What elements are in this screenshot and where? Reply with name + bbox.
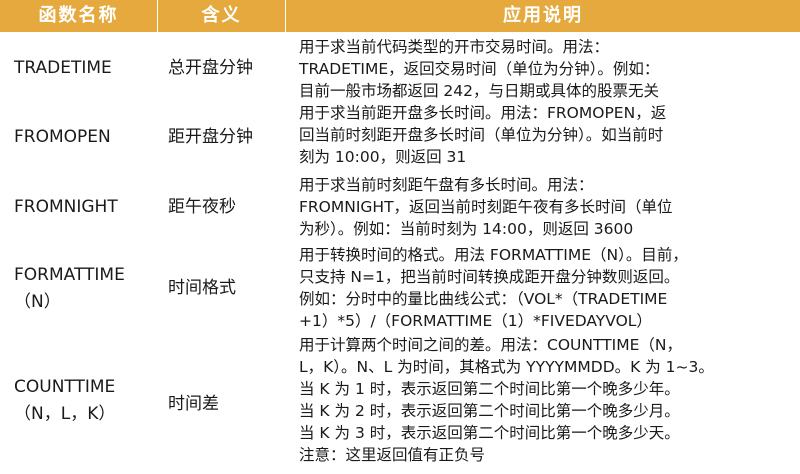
description-line: 用于计算两个时间之间的差。用法：COUNTTIME（N， bbox=[299, 336, 682, 354]
description-line: 为秒）。例如：当前时刻为 14:00，则返回 3600 bbox=[299, 220, 634, 238]
description-line: 用于求当前代码类型的开市交易时间。用法： bbox=[299, 38, 610, 56]
table-row: TRADETIME 总开盘分钟 用于求当前代码类型的开市交易时间。用法： TRA… bbox=[0, 36, 800, 102]
function-description: 用于求当前距开盘多长时间。用法：FROMOPEN，返 回当前时刻距开盘多长时间（… bbox=[299, 102, 793, 168]
description-line: TRADETIME，返回交易时间（单位为分钟）。例如： bbox=[299, 60, 660, 78]
description-line: 回当前时刻距开盘多长时间（单位为分钟）。如当前时 bbox=[299, 126, 664, 144]
function-description: 用于求当前代码类型的开市交易时间。用法： TRADETIME，返回交易时间（单位… bbox=[299, 36, 793, 102]
description-line: FROMNIGHT，返回当前时刻距午夜有多长时间（单位 bbox=[299, 198, 673, 216]
function-name-line: （N，L，K） bbox=[14, 404, 116, 424]
description-line: 用于求当前距开盘多长时间。用法：FROMOPEN，返 bbox=[299, 104, 667, 122]
function-description: 用于求当前时刻距午盘有多长时间。用法： FROMNIGHT，返回当前时刻距午夜有… bbox=[299, 174, 793, 240]
description-line: 当 K 为 1 时，表示返回第二个时间比第一个晚多少年。 bbox=[299, 380, 680, 398]
table-header: 函数名称 含义 应用说明 bbox=[0, 0, 800, 32]
function-name: TRADETIME bbox=[14, 58, 112, 78]
function-name-line: （N） bbox=[14, 292, 61, 312]
description-line: 用于求当前时刻距午盘有多长时间。用法： bbox=[299, 176, 594, 194]
table-row: COUNTTIME （N，L，K） 时间差 用于计算两个时间之间的差。用法：CO… bbox=[0, 334, 800, 472]
table-row: FROMOPEN 距开盘分钟 用于求当前距开盘多长时间。用法：FROMOPEN，… bbox=[0, 102, 800, 172]
function-meaning: 距午夜秒 bbox=[168, 197, 236, 217]
function-description: 用于计算两个时间之间的差。用法：COUNTTIME（N， L，K）。N、L 为时… bbox=[299, 334, 793, 466]
function-meaning: 距开盘分钟 bbox=[168, 127, 253, 147]
description-line: 注意：这里返回值有正负号 bbox=[299, 446, 486, 464]
header-function-name: 函数名称 bbox=[38, 5, 119, 26]
description-line: 只支持 N=1，把当前时间转换成距开盘分钟数则返回。 bbox=[299, 268, 680, 286]
function-table: 函数名称 含义 应用说明 TRADETIME 总开盘分钟 用于求当前代码类型的开… bbox=[0, 0, 800, 474]
description-line: 例如：分时中的量比曲线公式：（VOL*（TRADETIME bbox=[299, 290, 668, 308]
description-line: 当 K 为 2 时，表示返回第二个时间比第一个晚多少月。 bbox=[299, 402, 680, 420]
description-line: 目前一般市场都返回 242，与日期或具体的股票无关 bbox=[299, 82, 660, 100]
function-name: FORMATTIME （N） bbox=[14, 262, 164, 316]
description-line: 刻为 10:00，则返回 31 bbox=[299, 148, 467, 166]
description-line: 用于转换时间的格式。用法 FORMATTIME（N）。目前， bbox=[299, 246, 688, 264]
function-meaning: 时间格式 bbox=[168, 278, 236, 298]
function-name: FROMNIGHT bbox=[14, 197, 118, 217]
table-row: FROMNIGHT 距午夜秒 用于求当前时刻距午盘有多长时间。用法： FROMN… bbox=[0, 174, 800, 244]
header-description: 应用说明 bbox=[503, 5, 583, 26]
function-meaning: 总开盘分钟 bbox=[168, 58, 253, 78]
description-line: +1）*5）/（FORMATTIME（1）*FIVEDAYVOL） bbox=[299, 312, 652, 330]
function-description: 用于转换时间的格式。用法 FORMATTIME（N）。目前， 只支持 N=1，把… bbox=[299, 244, 793, 332]
description-line: L，K）。N、L 为时间，其格式为 YYYYMMDD。K 为 1~3。 bbox=[299, 358, 714, 376]
table-row: FORMATTIME （N） 时间格式 用于转换时间的格式。用法 FORMATT… bbox=[0, 244, 800, 334]
function-name-line: COUNTTIME bbox=[14, 377, 116, 397]
function-name: FROMOPEN bbox=[14, 127, 111, 147]
function-name: COUNTTIME （N，L，K） bbox=[14, 374, 164, 428]
function-meaning: 时间差 bbox=[168, 394, 219, 414]
function-name-line: FORMATTIME bbox=[14, 265, 125, 285]
header-meaning: 含义 bbox=[157, 0, 286, 32]
description-line: 当 K 为 3 时，表示返回第二个时间比第一个晚多少天。 bbox=[299, 424, 680, 442]
